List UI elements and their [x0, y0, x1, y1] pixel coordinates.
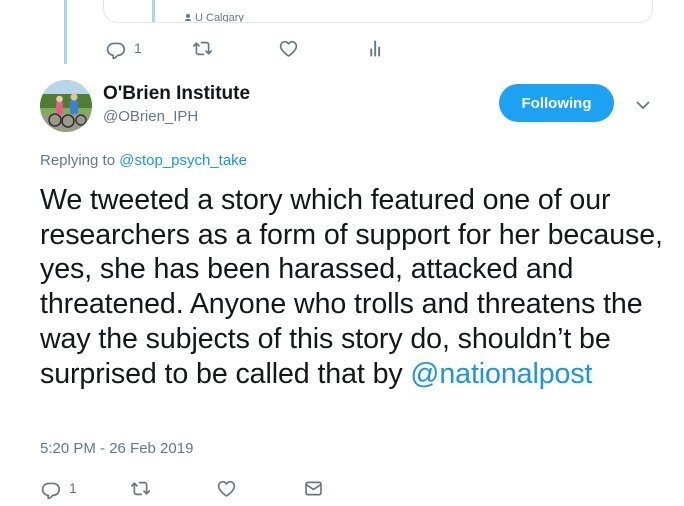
reply-button[interactable]: 1: [40, 477, 77, 499]
like-button[interactable]: [278, 37, 299, 59]
retweet-button[interactable]: [130, 477, 151, 499]
analytics-button[interactable]: [366, 37, 387, 59]
replying-to-line: Replying to @stop_psych_take: [40, 152, 247, 169]
location-pin-icon: [185, 14, 192, 21]
direct-message-icon: [305, 481, 322, 495]
replying-to-label: Replying to: [40, 152, 116, 169]
chevron-down-icon[interactable]: [634, 96, 652, 114]
author-name[interactable]: O'Brien Institute: [103, 83, 250, 105]
thread-connector-line: [64, 0, 67, 64]
avatar-image: [40, 80, 92, 132]
link-preview-card[interactable]: U Calgary: [103, 0, 653, 23]
mention-link[interactable]: @nationalpost: [410, 358, 592, 390]
reply-icon: [41, 482, 61, 499]
analytics-icon: [370, 40, 381, 56]
author-handle[interactable]: @OBrien_IPH: [103, 108, 198, 125]
replying-to-link[interactable]: @stop_psych_take: [119, 152, 247, 169]
reply-button[interactable]: 1: [105, 37, 142, 59]
retweet-button[interactable]: [192, 37, 213, 59]
tweet-text: We tweeted a story which featured one of…: [40, 183, 670, 391]
like-icon: [217, 480, 236, 497]
tweet-timestamp[interactable]: 5:20 PM - 26 Feb 2019: [40, 440, 193, 457]
direct-message-button[interactable]: [303, 477, 324, 499]
card-source-label: U Calgary: [195, 12, 244, 23]
retweet-icon: [130, 481, 151, 495]
like-icon: [279, 40, 298, 57]
reply-count: 1: [69, 480, 77, 496]
reply-icon: [106, 42, 126, 59]
card-source: U Calgary: [185, 12, 244, 23]
like-button[interactable]: [216, 477, 237, 499]
following-button[interactable]: Following: [499, 84, 614, 122]
retweet-icon: [192, 41, 213, 55]
avatar[interactable]: [40, 80, 92, 132]
reply-count: 1: [134, 40, 142, 56]
card-thread-line: [152, 0, 155, 22]
